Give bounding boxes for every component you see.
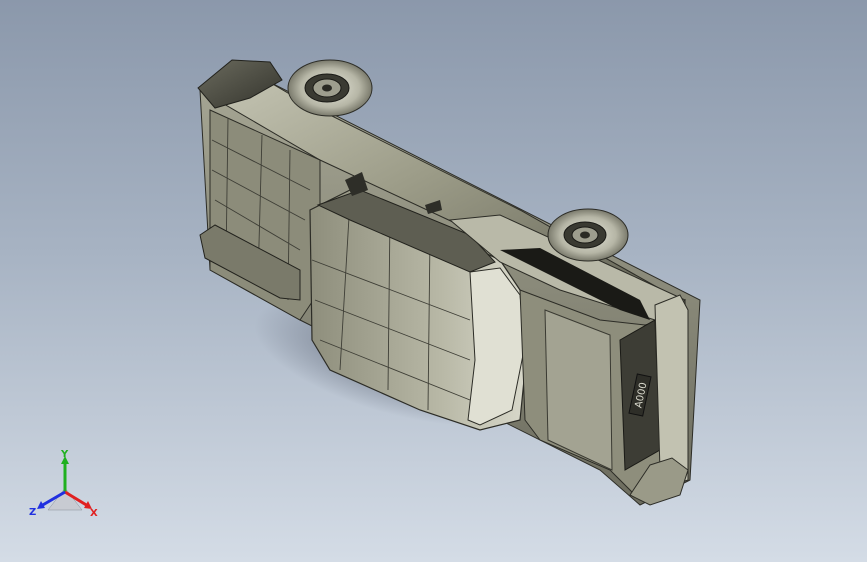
x-axis-label: X (90, 508, 98, 519)
front-wheel (547, 208, 629, 262)
graphics-viewport[interactable]: A000 Y X Z (0, 0, 867, 562)
rear-wheel (287, 59, 373, 117)
y-axis-label: Y (60, 449, 69, 460)
car-3d-model[interactable]: A000 (0, 0, 867, 562)
front-bumper (654, 294, 689, 486)
view-orientation-triad[interactable]: Y X Z (26, 448, 104, 526)
z-axis-label: Z (29, 507, 36, 518)
